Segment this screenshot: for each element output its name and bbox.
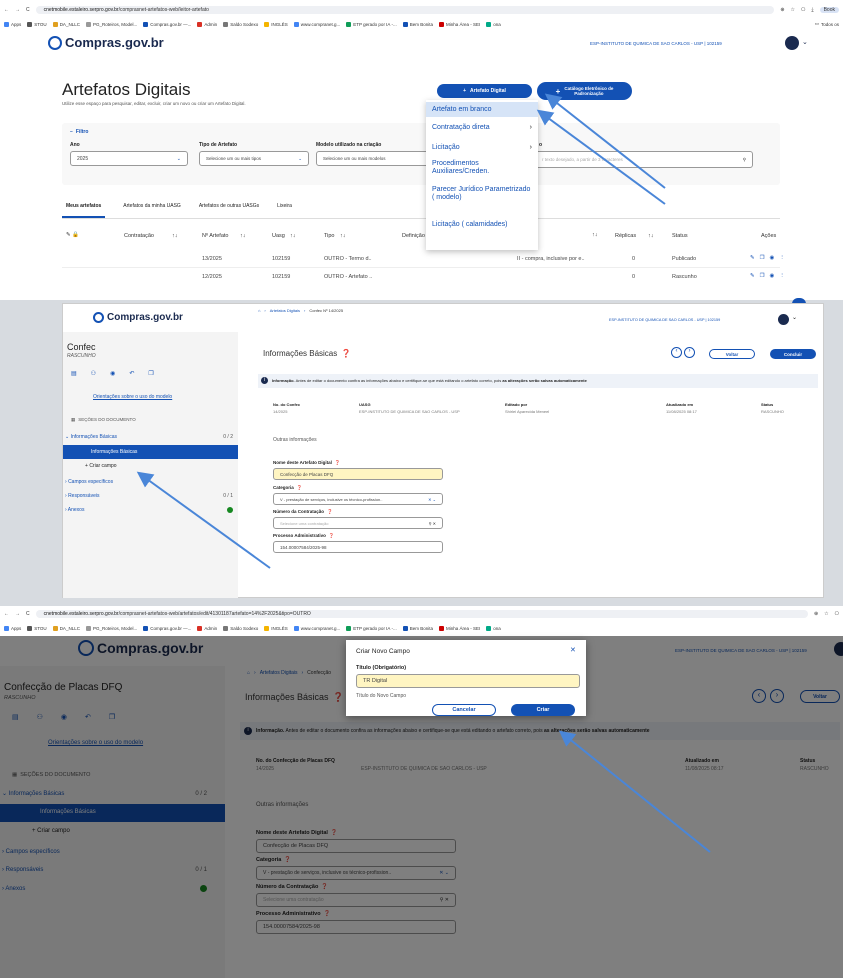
arrow-to-new-artifact — [544, 93, 666, 189]
annotation-arrows — [136, 93, 711, 853]
arrow-to-create-field — [136, 471, 271, 569]
arrow-to-create-button — [558, 730, 711, 853]
arrow-to-blank-artifact — [536, 109, 666, 205]
